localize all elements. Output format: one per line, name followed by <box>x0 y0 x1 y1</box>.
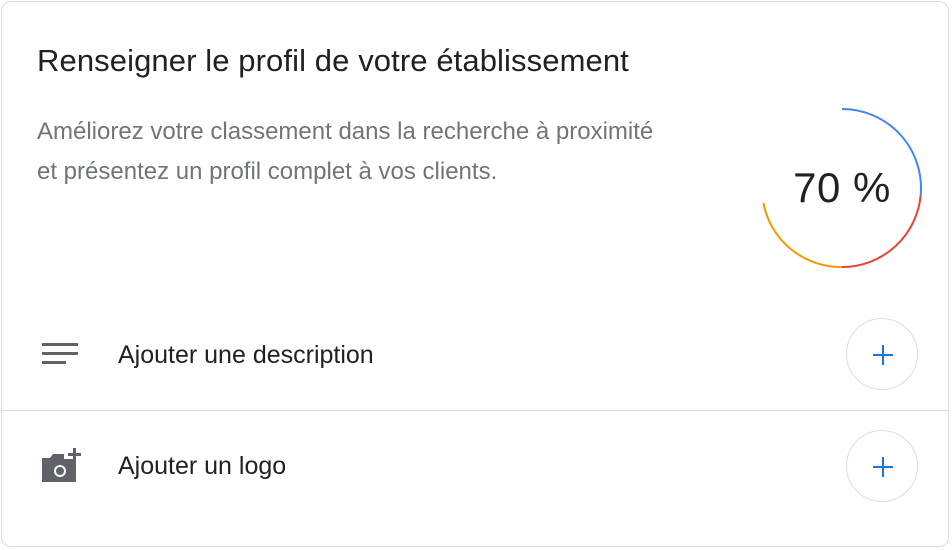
task-label-description: Ajouter une description <box>118 341 374 369</box>
card-title: Renseigner le profil de votre établissem… <box>37 43 629 78</box>
add-logo-button[interactable] <box>846 430 918 502</box>
card-subtitle: Améliorez votre classement dans la reche… <box>37 118 654 185</box>
task-label-logo: Ajouter un logo <box>118 452 287 480</box>
progress-percentage: 70 % <box>793 164 891 211</box>
add-photo-icon <box>40 448 81 484</box>
notes-icon <box>40 336 80 372</box>
add-description-button[interactable] <box>846 318 918 390</box>
task-add-logo[interactable]: Ajouter un logo <box>2 410 948 521</box>
plus-icon <box>873 457 893 477</box>
profile-completion-card: Renseigner le profil de votre établissem… <box>1 1 949 547</box>
completion-progress-ring: 70 % <box>760 106 924 270</box>
plus-icon <box>873 345 893 365</box>
task-add-description[interactable]: Ajouter une description <box>2 299 948 409</box>
